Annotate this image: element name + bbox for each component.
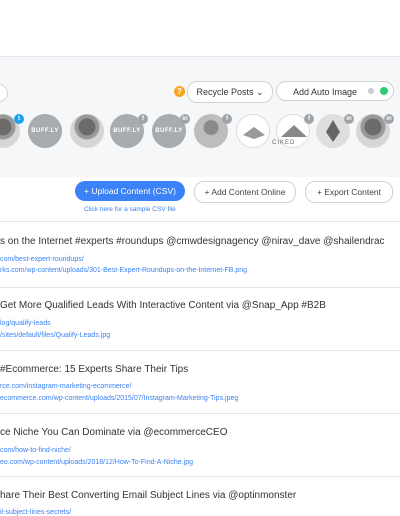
profile-avatar[interactable] bbox=[70, 114, 104, 148]
auto-image-switch[interactable] bbox=[364, 86, 390, 96]
divider bbox=[0, 287, 400, 288]
brand-logo-icon bbox=[243, 127, 265, 139]
divider bbox=[0, 476, 400, 477]
add-auto-image-label: Add Auto Image bbox=[293, 87, 358, 97]
linkedin-icon: in bbox=[384, 114, 394, 124]
list-item: hare Their Best Converting Email Subject… bbox=[0, 490, 400, 516]
post-title: hare Their Best Converting Email Subject… bbox=[0, 490, 297, 501]
twitter-icon: t bbox=[14, 114, 24, 124]
post-title: Get More Qualified Leads With Interactiv… bbox=[0, 300, 326, 311]
export-content-button[interactable]: + Export Content bbox=[305, 181, 393, 203]
facebook-icon: f bbox=[304, 114, 314, 124]
post-image-link[interactable]: eo.com/wp-content/uploads/2018/12/How-To… bbox=[0, 459, 193, 466]
post-image-link[interactable]: /sites/default/files/Qualify-Leads.jpg bbox=[0, 332, 110, 339]
toggle-off-dot bbox=[368, 88, 374, 94]
profile-avatar[interactable]: BUFF.LY bbox=[28, 114, 62, 148]
upload-content-csv-button[interactable]: + Upload Content (CSV) bbox=[75, 181, 185, 201]
post-image-link[interactable]: rks.com/wp-content/uploads/301-Best-Expe… bbox=[0, 267, 247, 274]
sample-csv-link[interactable]: Click here for a sample CSV file bbox=[84, 206, 176, 213]
recycle-posts-dropdown[interactable]: Recycle Posts ⌄ bbox=[187, 81, 273, 103]
profile-avatar[interactable] bbox=[236, 114, 270, 148]
linkedin-icon: in bbox=[180, 114, 190, 124]
social-profiles-row: t BUFF.LY BUFF.LY f BUFF.LY in f t f in … bbox=[0, 114, 400, 154]
post-url-link[interactable]: log/qualify-leads bbox=[0, 320, 51, 327]
post-title: ce Niche You Can Dominate via @ecommerce… bbox=[0, 427, 228, 438]
facebook-icon: f bbox=[222, 114, 232, 124]
help-icon[interactable]: ? bbox=[174, 86, 185, 97]
post-url-link[interactable]: com/best-expert-roundups/ bbox=[0, 256, 84, 263]
add-content-online-button[interactable]: + Add Content Online bbox=[194, 181, 296, 203]
list-item: ce Niche You Can Dominate via @ecommerce… bbox=[0, 427, 400, 491]
divider bbox=[0, 221, 400, 222]
list-item: Get More Qualified Leads With Interactiv… bbox=[0, 300, 400, 364]
divider bbox=[0, 350, 400, 351]
post-url-link[interactable]: com/how-to-find-niche/ bbox=[0, 447, 71, 454]
post-url-link[interactable]: il-subject-lines-secrets/ bbox=[0, 509, 71, 516]
post-title: s on the Internet #experts #roundups @cm… bbox=[0, 236, 385, 247]
divider bbox=[0, 413, 400, 414]
top-header-bar bbox=[0, 0, 400, 57]
list-item: s on the Internet #experts #roundups @cm… bbox=[0, 236, 400, 300]
post-image-link[interactable]: ecommerce.com/wp-content/uploads/2015/07… bbox=[0, 395, 238, 402]
ciked-logo-text: CIKED bbox=[272, 140, 296, 146]
post-url-link[interactable]: rce.com/instagram-marketing-ecommerce/ bbox=[0, 383, 131, 390]
list-item: #Ecommerce: 15 Experts Share Their Tips … bbox=[0, 364, 400, 428]
toggle-on-dot bbox=[380, 87, 388, 95]
facebook-icon: f bbox=[138, 114, 148, 124]
linkedin-icon: in bbox=[344, 114, 354, 124]
post-title: #Ecommerce: 15 Experts Share Their Tips bbox=[0, 364, 189, 375]
